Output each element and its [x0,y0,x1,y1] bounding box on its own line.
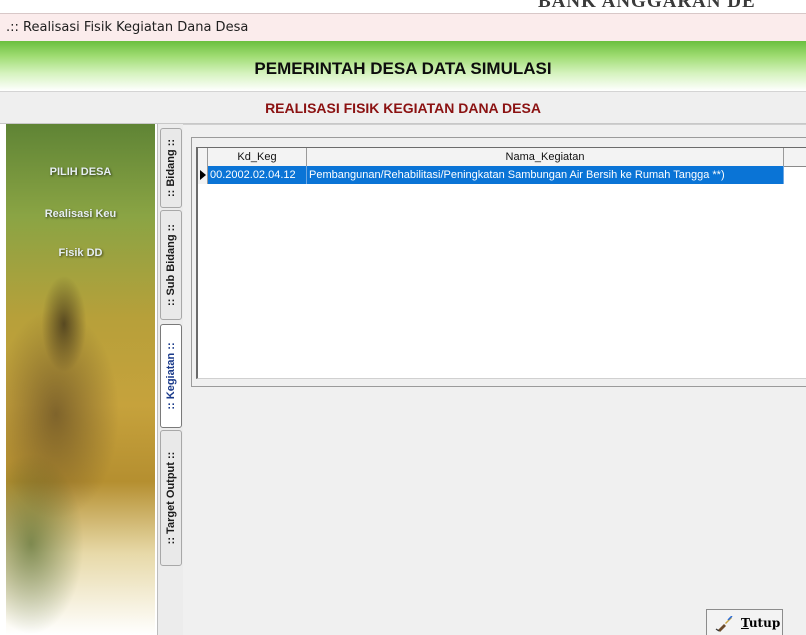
row-pointer-icon [198,166,208,184]
tab-kegiatan[interactable]: :: Kegiatan :: [160,324,182,428]
tab-bidang-label: :: Bidang :: [165,138,177,198]
table-row[interactable]: 00.2002.02.04.12 Pembangunan/Rehabilitas… [198,166,806,184]
tab-target-output[interactable]: :: Target Output :: [160,430,182,566]
farmer-illustration [34,264,94,404]
tab-kegiatan-label: :: Kegiatan :: [165,342,177,410]
sidebar-item-realisasi-keu[interactable]: Realisasi Keu [6,208,155,220]
tutup-button[interactable]: Tutup [706,609,783,635]
window-title: .:: Realisasi Fisik Kegiatan Dana Desa [6,20,249,35]
cell-kd-keg[interactable]: 00.2002.02.04.12 [208,166,307,184]
tab-sub-bidang[interactable]: :: Sub Bidang :: [160,210,182,320]
window-titlebar: .:: Realisasi Fisik Kegiatan Dana Desa [0,13,806,41]
sidebar-item-fisik-dd[interactable]: Fisik DD [6,247,155,259]
sidebar-image-panel: PILIH DESA Realisasi Keu Fisik DD [6,124,155,635]
main-content: Kd_Keg Nama_Kegiatan 00.2002.02.04.12 Pe… [183,124,806,635]
cell-nama-kegiatan[interactable]: Pembangunan/Rehabilitasi/Peningkatan Sam… [307,166,784,184]
vertical-tab-strip: :: Bidang :: :: Sub Bidang :: :: Kegiata… [157,124,183,635]
tab-bidang[interactable]: :: Bidang :: [160,128,182,208]
page-subtitle: REALISASI FISIK KEGIATAN DANA DESA [265,100,541,116]
grid-header-indicator [198,148,208,166]
tutup-button-label: Tutup [741,616,781,630]
column-header-kd-keg[interactable]: Kd_Keg [208,148,307,166]
sidebar-item-pilih-desa[interactable]: PILIH DESA [6,166,155,178]
background-window-title: BANK ANGGARAN DE [538,0,756,11]
column-header-nama-kegiatan[interactable]: Nama_Kegiatan [307,148,784,166]
page-subheader: REALISASI FISIK KEGIATAN DANA DESA [0,91,806,124]
kegiatan-grid[interactable]: Kd_Keg Nama_Kegiatan 00.2002.02.04.12 Pe… [196,147,806,379]
tab-sub-bidang-label: :: Sub Bidang :: [165,224,177,306]
tab-target-output-label: :: Target Output :: [165,451,177,545]
grid-header: Kd_Keg Nama_Kegiatan [198,148,806,167]
app-header: PEMERINTAH DESA DATA SIMULASI [0,41,806,91]
page-title: PEMERINTAH DESA DATA SIMULASI [254,59,552,78]
broom-icon [715,616,733,632]
